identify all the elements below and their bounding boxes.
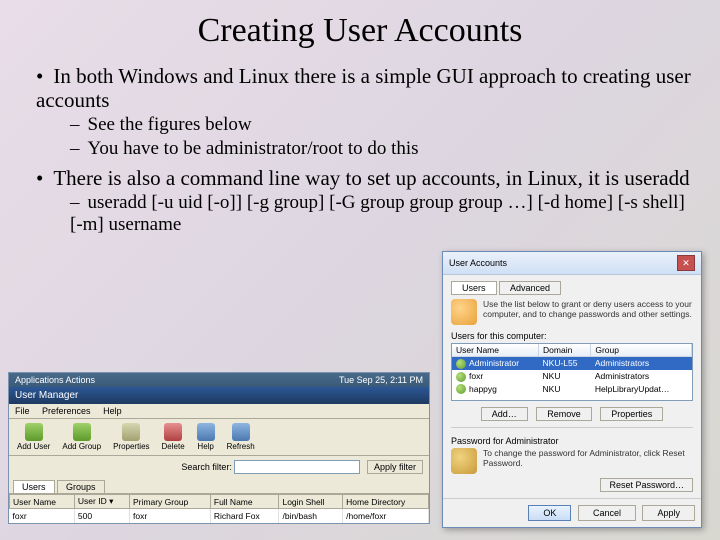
add-group-button[interactable]: Add Group — [58, 422, 105, 452]
menu-bar: File Preferences Help — [9, 404, 429, 419]
help-button[interactable]: Help — [193, 422, 219, 452]
user-icon — [456, 384, 466, 394]
window-titlebar: User Manager — [9, 387, 429, 404]
apply-filter-button[interactable]: Apply filter — [367, 460, 423, 474]
dialog-titlebar: User Accounts ✕ — [443, 252, 701, 275]
col-username[interactable]: User Name — [452, 344, 539, 357]
list-header: User Name Domain Group — [452, 344, 692, 357]
menu-help[interactable]: Help — [103, 406, 122, 416]
linux-user-manager: Applications Actions Tue Sep 25, 2:11 PM… — [8, 372, 430, 524]
button-row: Add… Remove Properties — [451, 407, 693, 421]
list-item[interactable]: foxrNKUAdministrators — [452, 370, 692, 383]
ok-button[interactable]: OK — [528, 505, 571, 521]
gnome-panel: Applications Actions Tue Sep 25, 2:11 PM — [9, 373, 429, 387]
tab-bar: Users Groups — [9, 478, 429, 493]
list-item[interactable]: AdministratorNKU-L55Administrators — [452, 357, 692, 370]
col-login-shell[interactable]: Login Shell — [279, 495, 343, 509]
password-label: Password for Administrator — [451, 436, 693, 446]
password-hint: To change the password for Administrator… — [483, 448, 693, 468]
dialog-title: User Accounts — [449, 258, 507, 268]
tab-users[interactable]: Users — [13, 480, 55, 493]
dialog-buttons: OK Cancel Apply — [443, 498, 701, 527]
bullet-2: There is also a command line way to set … — [36, 166, 692, 190]
table-header: User Name User ID ▾ Primary Group Full N… — [10, 495, 429, 509]
bullet-1: In both Windows and Linux there is a sim… — [36, 64, 692, 112]
col-group[interactable]: Group — [591, 344, 692, 357]
apply-button[interactable]: Apply — [642, 505, 695, 521]
col-domain[interactable]: Domain — [539, 344, 591, 357]
user-table: User Name User ID ▾ Primary Group Full N… — [9, 493, 429, 523]
cancel-button[interactable]: Cancel — [578, 505, 636, 521]
properties-button[interactable]: Properties — [600, 407, 663, 421]
menu-preferences[interactable]: Preferences — [42, 406, 91, 416]
col-username[interactable]: User Name — [10, 495, 75, 509]
col-home-directory[interactable]: Home Directory — [343, 495, 429, 509]
bullet-1a: See the figures below — [70, 114, 692, 136]
reset-password-button[interactable]: Reset Password… — [600, 478, 693, 492]
menu-file[interactable]: File — [15, 406, 30, 416]
bullet-1b: You have to be administrator/root to do … — [70, 138, 692, 160]
add-button[interactable]: Add… — [481, 407, 528, 421]
search-bar: Search filter: Apply filter — [9, 456, 429, 478]
panel-clock: Tue Sep 25, 2:11 PM — [339, 375, 423, 385]
panel-apps[interactable]: Applications Actions — [15, 375, 95, 385]
slide-title: Creating User Accounts — [28, 12, 692, 50]
add-user-button[interactable]: Add User — [13, 422, 54, 452]
refresh-button[interactable]: Refresh — [223, 422, 259, 452]
user-icon — [456, 372, 466, 382]
bullet-2a: useradd [-u uid [-o]] [-g group] [-G gro… — [70, 192, 692, 236]
user-icon — [456, 359, 466, 369]
user-list[interactable]: User Name Domain Group AdministratorNKU-… — [451, 343, 693, 401]
search-input[interactable] — [234, 460, 360, 474]
tab-users[interactable]: Users — [451, 281, 497, 295]
tab-advanced[interactable]: Advanced — [499, 281, 561, 295]
list-item[interactable]: happygNKUHelpLibraryUpdat… — [452, 383, 692, 396]
delete-button[interactable]: Delete — [158, 422, 189, 452]
search-label: Search filter: — [181, 462, 232, 472]
tab-groups[interactable]: Groups — [57, 480, 105, 493]
password-section: Password for Administrator To change the… — [451, 427, 693, 492]
section-label: Users for this computer: — [451, 331, 693, 341]
hint-text: Use the list below to grant or deny user… — [451, 299, 693, 325]
users-icon — [451, 299, 477, 325]
toolbar: Add User Add Group Properties Delete Hel… — [9, 419, 429, 456]
remove-button[interactable]: Remove — [536, 407, 592, 421]
col-full-name[interactable]: Full Name — [210, 495, 279, 509]
col-primary-group[interactable]: Primary Group — [130, 495, 211, 509]
properties-button[interactable]: Properties — [109, 422, 153, 452]
table-row[interactable]: foxr500foxrRichard Fox/bin/bash/home/fox… — [10, 509, 429, 524]
windows-user-accounts: User Accounts ✕ Users Advanced Use the l… — [442, 251, 702, 528]
key-icon — [451, 448, 477, 474]
close-icon[interactable]: ✕ — [677, 255, 695, 271]
dialog-tabs: Users Advanced — [451, 281, 693, 295]
col-userid[interactable]: User ID ▾ — [74, 495, 129, 509]
